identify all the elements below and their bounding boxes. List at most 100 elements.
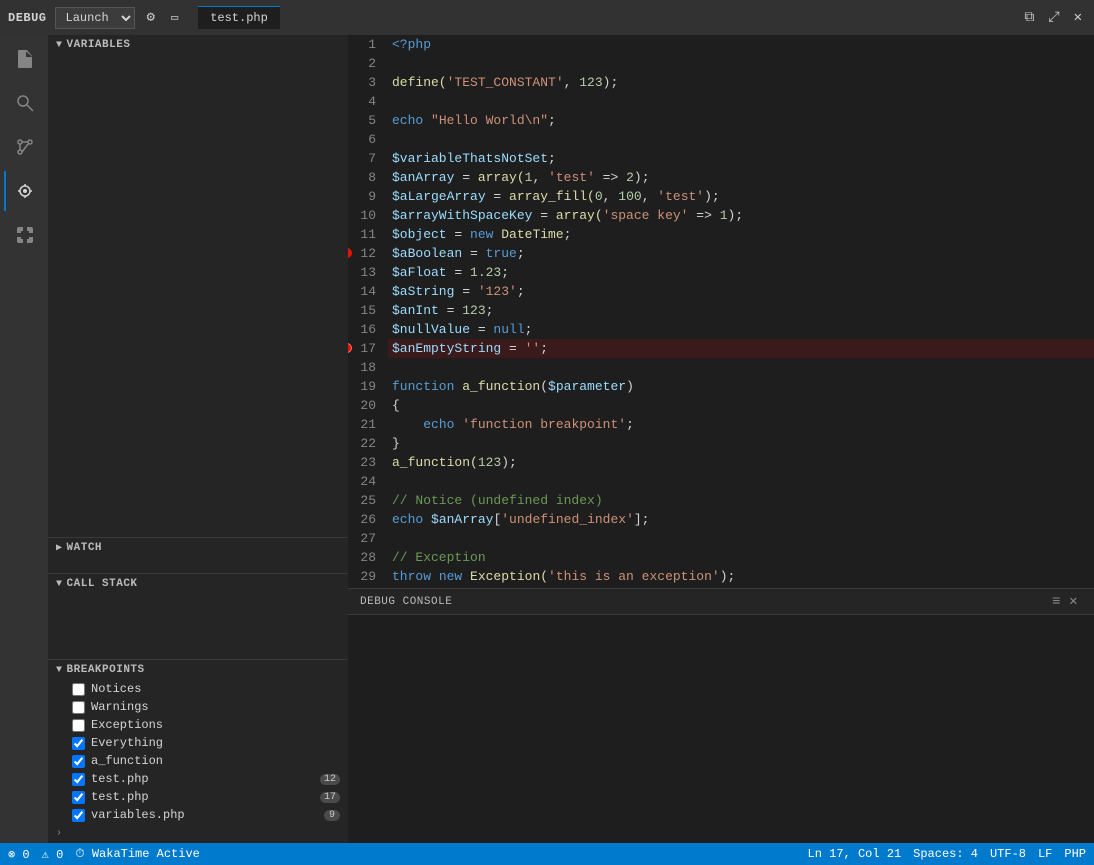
breakpoint-label: test.php <box>91 790 314 804</box>
breakpoint-label: Warnings <box>91 700 340 714</box>
table-row: 6 <box>348 130 1094 149</box>
callstack-arrow: ▼ <box>56 579 63 590</box>
table-row: 1<?php <box>348 35 1094 54</box>
source-control-activity-icon[interactable] <box>4 127 44 167</box>
editor-main: 1<?php2 3define('TEST_CONSTANT', 123);4 … <box>348 35 1094 588</box>
line-content: define('TEST_CONSTANT', 123); <box>388 73 1094 92</box>
breakpoint-badge: 12 <box>320 774 340 785</box>
line-content <box>388 358 1094 377</box>
line-number: 8 <box>348 168 388 187</box>
status-bar: ⊗ 0 ⚠ 0 ⏱ WakaTime Active Ln 17, Col 21 … <box>0 843 1094 865</box>
line-content: $arrayWithSpaceKey = array('space key' =… <box>388 206 1094 225</box>
line-number: 1 <box>348 35 388 54</box>
wakatime-status[interactable]: ⏱ WakaTime Active <box>75 847 200 861</box>
errors-status[interactable]: ⊗ 0 <box>8 847 30 862</box>
close-console-icon[interactable]: ✕ <box>1065 593 1082 610</box>
breakpoint-checkbox[interactable] <box>72 737 85 750</box>
line-content: $anEmptyString = ''; <box>388 339 1094 358</box>
list-item: Notices <box>48 680 348 698</box>
code-editor[interactable]: 1<?php2 3define('TEST_CONSTANT', 123);4 … <box>348 35 1094 588</box>
editor-area: 1<?php2 3define('TEST_CONSTANT', 123);4 … <box>348 35 1094 843</box>
breakpoints-section: ▼ BREAKPOINTS NoticesWarningsExceptionsE… <box>48 659 348 843</box>
callstack-section: ▼ CALL STACK <box>48 573 348 609</box>
line-number: 2 <box>348 54 388 73</box>
wakatime-label: ⏱ WakaTime Active <box>75 847 200 861</box>
line-content: echo 'function breakpoint'; <box>388 415 1094 434</box>
breakpoints-header[interactable]: ▼ BREAKPOINTS <box>48 660 348 680</box>
line-number: 20 <box>348 396 388 415</box>
line-number: 28 <box>348 548 388 567</box>
line-content: echo "Hello World\n"; <box>388 111 1094 130</box>
warnings-status[interactable]: ⚠ 0 <box>42 847 64 862</box>
list-item: Everything <box>48 734 348 752</box>
main-area: ▼ VARIABLES ▶ WATCH ▼ CALL STACK ▼ BREAK… <box>0 35 1094 843</box>
titlebar: DEBUG Launch ⚙ ▭ test.php ⧉ ⤢ ✕ <box>0 0 1094 35</box>
encoding-label: UTF-8 <box>990 847 1026 861</box>
errors-label: ⊗ 0 <box>8 847 30 862</box>
table-row: 22} <box>348 434 1094 453</box>
line-content: echo $anArray['undefined_index']; <box>388 510 1094 529</box>
split-editor-icon[interactable]: ⧉ <box>1020 8 1038 28</box>
breakpoints-arrow: ▼ <box>56 665 63 676</box>
table-row: 19function a_function($parameter) <box>348 377 1094 396</box>
extensions-activity-icon[interactable] <box>4 215 44 255</box>
spaces-status[interactable]: Spaces: 4 <box>913 847 978 861</box>
table-row: 9$aLargeArray = array_fill(0, 100, 'test… <box>348 187 1094 206</box>
terminal-icon[interactable]: ▭ <box>167 8 182 27</box>
table-row: 21 echo 'function breakpoint'; <box>348 415 1094 434</box>
breakpoint-checkbox[interactable] <box>72 809 85 822</box>
line-content <box>388 54 1094 73</box>
line-content: $anInt = 123; <box>388 301 1094 320</box>
line-number: 7 <box>348 149 388 168</box>
files-activity-icon[interactable] <box>4 39 44 79</box>
editor-tab[interactable]: test.php <box>198 6 280 29</box>
breakpoint-dot <box>348 248 352 258</box>
callstack-header[interactable]: ▼ CALL STACK <box>48 574 348 594</box>
warnings-label: ⚠ 0 <box>42 847 64 862</box>
line-number: 23 <box>348 453 388 472</box>
search-activity-icon[interactable] <box>4 83 44 123</box>
table-row: 2 <box>348 54 1094 73</box>
encoding-status[interactable]: UTF-8 <box>990 847 1026 861</box>
line-number: 25 <box>348 491 388 510</box>
line-content: $object = new DateTime; <box>388 225 1094 244</box>
debug-activity-icon[interactable] <box>4 171 44 211</box>
line-number: 24 <box>348 472 388 491</box>
debug-console: DEBUG CONSOLE ≡ ✕ <box>348 588 1094 843</box>
table-row: 26echo $anArray['undefined_index']; <box>348 510 1094 529</box>
line-content: } <box>388 434 1094 453</box>
language-status[interactable]: PHP <box>1064 847 1086 861</box>
line-content: // Notice (undefined index) <box>388 491 1094 510</box>
clear-console-icon[interactable]: ≡ <box>1048 594 1065 610</box>
breakpoint-checkbox[interactable] <box>72 701 85 714</box>
breakpoint-checkbox[interactable] <box>72 755 85 768</box>
breakpoint-checkbox[interactable] <box>72 719 85 732</box>
watch-header[interactable]: ▶ WATCH <box>48 538 348 558</box>
line-content: $aLargeArray = array_fill(0, 100, 'test'… <box>388 187 1094 206</box>
line-content: { <box>388 396 1094 415</box>
cursor-position[interactable]: Ln 17, Col 21 <box>808 847 902 861</box>
list-item: a_function <box>48 752 348 770</box>
list-item: test.php17 <box>48 788 348 806</box>
line-number: 3 <box>348 73 388 92</box>
variables-header[interactable]: ▼ VARIABLES <box>48 35 348 55</box>
close-editor-icon[interactable]: ✕ <box>1070 7 1086 28</box>
gear-icon[interactable]: ⚙ <box>143 7 159 28</box>
line-number: 11 <box>348 225 388 244</box>
breakpoint-checkbox[interactable] <box>72 683 85 696</box>
line-number: 16 <box>348 320 388 339</box>
table-row: 7$variableThatsNotSet; <box>348 149 1094 168</box>
breakpoint-label: test.php <box>91 772 314 786</box>
breakpoint-checkbox[interactable] <box>72 791 85 804</box>
spaces-label: Spaces: 4 <box>913 847 978 861</box>
watch-arrow: ▶ <box>56 542 63 554</box>
expand-breakpoints[interactable]: › <box>48 824 348 843</box>
expand-editor-icon[interactable]: ⤢ <box>1044 8 1063 28</box>
position-label: Ln 17, Col 21 <box>808 847 902 861</box>
line-content <box>388 130 1094 149</box>
line-content: throw new Exception('this is an exceptio… <box>388 567 1094 586</box>
launch-config-dropdown[interactable]: Launch <box>55 7 135 29</box>
breakpoint-checkbox[interactable] <box>72 773 85 786</box>
table-row: 20{ <box>348 396 1094 415</box>
eol-status[interactable]: LF <box>1038 847 1052 861</box>
